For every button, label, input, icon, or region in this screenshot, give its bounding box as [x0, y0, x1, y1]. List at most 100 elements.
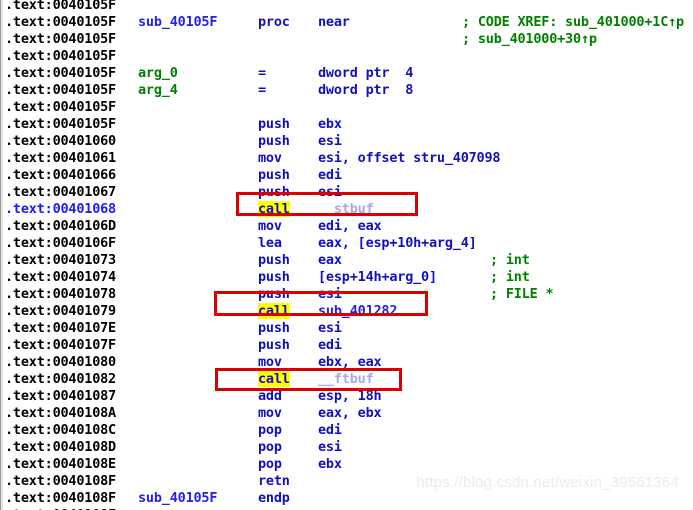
instruction-mnemonic[interactable]: push — [258, 252, 290, 269]
instruction-operands[interactable]: edi, eax — [318, 218, 382, 235]
instruction-operands[interactable]: esi — [318, 320, 342, 337]
instruction-mnemonic[interactable]: push — [258, 320, 290, 337]
instruction-operands[interactable]: ebx, eax — [318, 354, 382, 371]
disassembly-listing[interactable]: .text:0040105F .text:0040105F sub_40105F pr… — [0, 0, 693, 510]
disassembly-line[interactable]: .text:00401087 add esp, 18h — [0, 388, 693, 405]
disassembly-line[interactable]: .text:0040105F — [0, 99, 693, 116]
instruction-mnemonic-highlighted[interactable]: call — [258, 201, 290, 218]
instruction-mnemonic[interactable]: endp — [258, 490, 290, 507]
disassembly-line[interactable]: .text:0040106D mov edi, eax — [0, 218, 693, 235]
instruction-mnemonic[interactable]: push — [258, 337, 290, 354]
instruction-mnemonic[interactable]: push — [258, 286, 290, 303]
disassembly-line[interactable]: .text:0040107E push esi — [0, 320, 693, 337]
instruction-mnemonic-highlighted[interactable]: call — [258, 303, 290, 320]
instruction-operands[interactable]: dword ptr 4 — [318, 65, 413, 82]
instruction-operands[interactable]: ebx — [318, 456, 342, 473]
disassembly-line[interactable]: .text:00401079 call sub_401282 — [0, 303, 693, 320]
disassembly-line[interactable]: .text:0040105F — [0, 48, 693, 65]
ida-disassembly-window: .text:0040105F .text:0040105F sub_40105F pr… — [0, 0, 693, 510]
instruction-mnemonic-highlighted[interactable]: call — [258, 371, 290, 388]
instruction-mnemonic[interactable]: lea — [258, 235, 282, 252]
instruction-operands[interactable]: esi — [318, 133, 342, 150]
instruction-operands[interactable]: [esp+14h+arg_0] — [318, 269, 437, 286]
disassembly-line[interactable]: .text:0040105F arg_0 = dword ptr 4 — [0, 65, 693, 82]
line-comment: ; FILE * — [490, 286, 554, 302]
line-address: .text:00401068 — [5, 201, 116, 217]
instruction-operands[interactable]: eax, ebx — [318, 405, 382, 422]
instruction-operands[interactable]: sub_401282 — [318, 303, 397, 320]
instruction-mnemonic[interactable]: proc — [258, 14, 290, 31]
disassembly-line[interactable]: .text:00401061 mov esi, offset stru_407098 — [0, 150, 693, 167]
instruction-operands[interactable]: eax — [318, 252, 342, 269]
disassembly-line[interactable]: .text:00401068 call __stbuf — [0, 201, 693, 218]
line-address: .text:00401074 — [5, 269, 116, 285]
instruction-mnemonic[interactable]: pop — [258, 422, 282, 439]
instruction-operands[interactable]: esi, offset stru_407098 — [318, 150, 501, 167]
disassembly-line[interactable]: .text:00401074 push [esp+14h+arg_0] ; int — [0, 269, 693, 286]
instruction-operands[interactable]: esi — [318, 439, 342, 456]
instruction-mnemonic[interactable]: = — [258, 82, 266, 99]
disassembly-line[interactable]: .text:0040108C pop edi — [0, 422, 693, 439]
line-label[interactable]: arg_0 — [138, 65, 178, 82]
instruction-mnemonic[interactable]: pop — [258, 456, 282, 473]
instruction-mnemonic[interactable]: mov — [258, 405, 282, 422]
disassembly-line[interactable]: .text:00401060 push esi — [0, 133, 693, 150]
disassembly-line[interactable]: .text:0040105F push ebx — [0, 116, 693, 133]
instruction-operands[interactable]: __ftbuf — [318, 371, 374, 388]
disassembly-line[interactable]: .text:0040105F ; sub_401000+30↑p — [0, 31, 693, 48]
disassembly-line[interactable]: .text:0040108E pop ebx — [0, 456, 693, 473]
disassembly-line[interactable]: .text:0040107F push edi — [0, 337, 693, 354]
disassembly-line[interactable]: .text:00401078 push esi ; FILE * — [0, 286, 693, 303]
disassembly-line[interactable]: .text:0040108F sub_40105F endp — [0, 490, 693, 507]
call-keyword-highlight: call — [258, 371, 290, 387]
line-label[interactable]: arg_4 — [138, 82, 178, 99]
instruction-operands[interactable]: eax, [esp+10h+arg_4] — [318, 235, 477, 252]
instruction-mnemonic[interactable]: mov — [258, 354, 282, 371]
disassembly-line[interactable]: .text:0040106F lea eax, [esp+10h+arg_4] — [0, 235, 693, 252]
instruction-mnemonic[interactable]: mov — [258, 218, 282, 235]
line-label[interactable]: sub_40105F — [138, 490, 217, 507]
instruction-mnemonic[interactable]: push — [258, 184, 290, 201]
instruction-operands[interactable]: near — [318, 14, 350, 31]
instruction-mnemonic[interactable]: retn — [258, 473, 290, 490]
disassembly-line[interactable]: .text:00401080 mov ebx, eax — [0, 354, 693, 371]
line-address: .text:0040107E — [5, 320, 116, 336]
line-comment: ; int — [490, 269, 530, 285]
disassembly-line[interactable]: .text:0040105F arg_4 = dword ptr 8 — [0, 82, 693, 99]
instruction-operands[interactable]: esp, 18h — [318, 388, 382, 405]
instruction-mnemonic[interactable]: push — [258, 269, 290, 286]
line-address: .text:0040106F — [5, 235, 116, 251]
instruction-mnemonic[interactable]: mov — [258, 150, 282, 167]
disassembly-line[interactable]: .text:0040105F — [0, 0, 693, 14]
instruction-mnemonic[interactable]: push — [258, 133, 290, 150]
instruction-mnemonic[interactable]: pop — [258, 439, 282, 456]
instruction-operands[interactable]: esi — [318, 184, 342, 201]
instruction-mnemonic[interactable]: = — [258, 65, 266, 82]
instruction-operands[interactable]: ebx — [318, 116, 342, 133]
disassembly-line[interactable]: .text:0040108D pop esi — [0, 439, 693, 456]
instruction-mnemonic[interactable]: push — [258, 116, 290, 133]
disassembly-line[interactable]: .text:0040108A mov eax, ebx — [0, 405, 693, 422]
disassembly-line[interactable]: .text:0040105F sub_40105F proc near ; CODE X… — [0, 14, 693, 31]
instruction-operands[interactable]: edi — [318, 422, 342, 439]
call-keyword-highlight: call — [258, 201, 290, 217]
instruction-mnemonic[interactable]: add — [258, 388, 282, 405]
instruction-mnemonic[interactable]: push — [258, 167, 290, 184]
line-address: .text:00401073 — [5, 252, 116, 268]
instruction-operands[interactable]: dword ptr 8 — [318, 82, 413, 99]
watermark: https://blog.csdn.net/weixin_39561364 — [416, 474, 679, 491]
line-address: .text:00401061 — [5, 150, 116, 166]
disassembly-line[interactable]: .text:00401082 call __ftbuf — [0, 371, 693, 388]
line-address: .text:0040107F — [5, 337, 116, 353]
disassembly-line[interactable]: .text:00401073 push eax ; int — [0, 252, 693, 269]
disassembly-line[interactable]: .text:00401066 push edi — [0, 167, 693, 184]
line-address: .text:0040105F — [5, 116, 116, 132]
line-label[interactable]: sub_40105F — [138, 14, 217, 31]
instruction-operands[interactable]: __stbuf — [318, 201, 374, 218]
instruction-operands[interactable]: esi — [318, 286, 342, 303]
line-address: .text:0040108D — [5, 439, 116, 455]
disassembly-line[interactable]: .text:00401067 push esi — [0, 184, 693, 201]
instruction-operands[interactable]: edi — [318, 167, 342, 184]
line-address: .text:00401087 — [5, 388, 116, 404]
instruction-operands[interactable]: edi — [318, 337, 342, 354]
